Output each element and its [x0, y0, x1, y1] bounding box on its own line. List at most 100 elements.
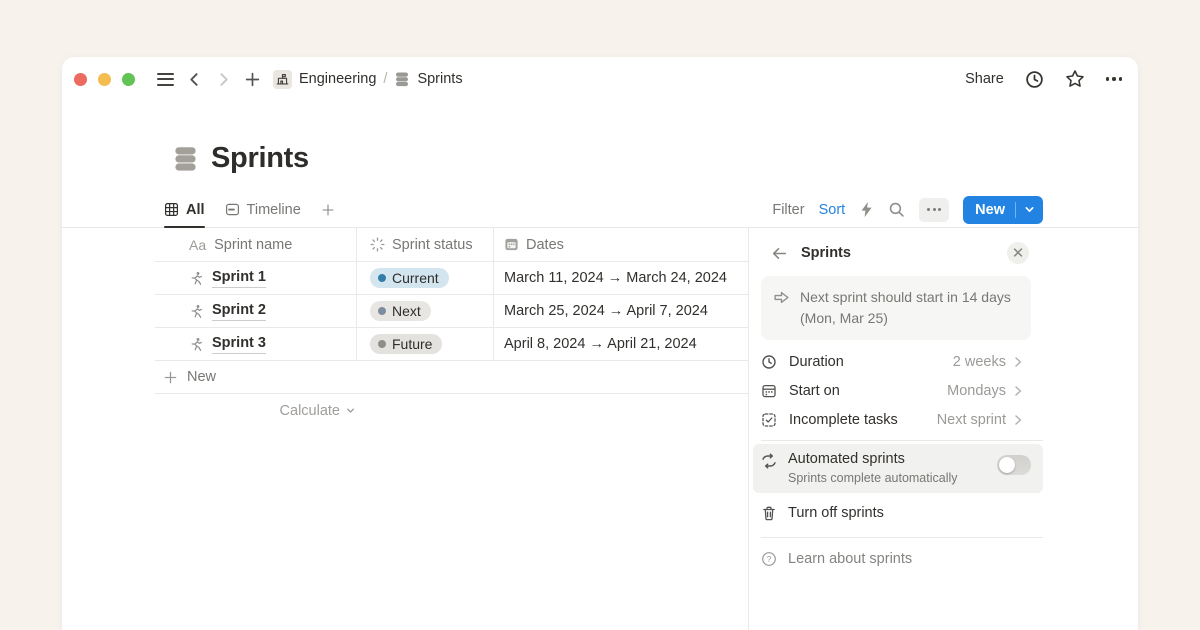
setting-start-on[interactable]: Start on Mondays: [761, 376, 1043, 405]
setting-value: 2 weeks: [953, 354, 1006, 370]
runner-icon: [189, 271, 204, 286]
setting-value: Next sprint: [937, 412, 1006, 428]
page-database-icon: [172, 145, 199, 172]
setting-label: Start on: [789, 383, 840, 399]
panel-divider: [761, 537, 1043, 538]
database-icon: [394, 71, 410, 87]
search-icon[interactable]: [888, 201, 905, 218]
sprint-name-cell[interactable]: Sprint 2: [155, 295, 356, 327]
new-row-button[interactable]: New: [155, 361, 748, 394]
chevron-right-icon: [1013, 414, 1023, 426]
automations-bolt-icon[interactable]: [859, 201, 874, 218]
sprint-name-cell[interactable]: Sprint 1: [155, 262, 356, 294]
column-label: Sprint name: [214, 237, 292, 253]
back-icon[interactable]: [186, 71, 203, 88]
status-label: Future: [392, 336, 432, 352]
sprint-link[interactable]: Sprint 2: [212, 301, 266, 320]
table-header-row: Aa Sprint name Sprint status: [155, 228, 748, 262]
breadcrumb-separator: /: [383, 71, 387, 87]
turn-off-sprints-label: Turn off sprints: [788, 505, 884, 521]
status-pill: Future: [370, 334, 442, 354]
automated-sprints-text: Automated sprints Sprints complete autom…: [788, 450, 958, 486]
add-view-icon[interactable]: [321, 192, 335, 227]
status-pill: Current: [370, 268, 449, 288]
history-clock-icon[interactable]: [1025, 70, 1044, 89]
automated-sprints-description: Sprints complete automatically: [788, 470, 958, 486]
dates-cell[interactable]: March 11, 2024 → March 24, 2024: [493, 262, 748, 294]
new-button[interactable]: New: [963, 196, 1043, 224]
workspace-icon: [273, 70, 292, 89]
trash-icon: [761, 505, 777, 521]
automated-sprints-toggle[interactable]: [997, 455, 1031, 475]
tab-all[interactable]: All: [164, 192, 205, 227]
chevron-right-icon: [1013, 356, 1023, 368]
window-close-button[interactable]: [74, 73, 87, 86]
calendar-icon: [504, 237, 519, 252]
filter-button[interactable]: Filter: [772, 202, 804, 218]
breadcrumb-workspace[interactable]: Engineering: [299, 71, 376, 87]
forward-icon[interactable]: [215, 71, 232, 88]
checkbox-icon: [761, 412, 779, 428]
breadcrumb-page[interactable]: Sprints: [417, 71, 462, 87]
status-dot: [378, 307, 386, 315]
breadcrumb: Engineering / Sprints: [273, 70, 463, 89]
dates-cell[interactable]: March 25, 2024 → April 7, 2024: [493, 295, 748, 327]
setting-value: Mondays: [947, 383, 1006, 399]
calendar-icon: [761, 383, 779, 399]
next-sprint-notice: Next sprint should start in 14 days (Mon…: [761, 276, 1031, 340]
sprint-link[interactable]: Sprint 3: [212, 334, 266, 353]
status-label: Current: [392, 270, 439, 286]
sort-button[interactable]: Sort: [819, 202, 846, 218]
app-window: Engineering / Sprints Share Sprints: [62, 57, 1138, 630]
view-bar: All Timeline Filter Sort New: [62, 192, 1138, 228]
tab-timeline-label: Timeline: [247, 202, 301, 218]
sprint-status-cell[interactable]: Next: [356, 295, 493, 327]
window-minimize-button[interactable]: [98, 73, 111, 86]
sprint-status-cell[interactable]: Current: [356, 262, 493, 294]
sprint-settings-list: Duration 2 weeks Start on Mondays: [761, 347, 1043, 434]
learn-about-sprints-link[interactable]: ? Learn about sprints: [761, 542, 1043, 576]
text-property-icon: Aa: [189, 237, 206, 253]
automated-sprints-row[interactable]: Automated sprints Sprints complete autom…: [753, 444, 1043, 493]
panel-close-icon[interactable]: ✕: [1007, 242, 1029, 264]
more-options-icon[interactable]: [1106, 77, 1122, 80]
sprint-settings-panel: Sprints ✕ Next sprint should start in 14…: [748, 228, 1138, 630]
calculate-button[interactable]: Calculate: [155, 394, 356, 427]
sprint-link[interactable]: Sprint 1: [212, 268, 266, 287]
view-settings-icon[interactable]: [919, 198, 949, 222]
setting-duration[interactable]: Duration 2 weeks: [761, 347, 1043, 376]
repeat-icon: [761, 453, 777, 469]
table-row: Sprint 3 Future April 8, 2024 → April 21…: [155, 328, 748, 361]
view-tabs: All Timeline: [164, 192, 335, 227]
favorite-star-icon[interactable]: [1065, 69, 1085, 89]
new-button-chevron-down-icon[interactable]: [1016, 204, 1043, 215]
status-spinner-icon: [370, 237, 385, 252]
share-button[interactable]: Share: [965, 71, 1004, 87]
status-dot: [378, 274, 386, 282]
status-dot: [378, 340, 386, 348]
status-label: Next: [392, 303, 421, 319]
new-page-icon[interactable]: [244, 71, 261, 88]
titlebar: Engineering / Sprints Share: [62, 57, 1138, 101]
tab-all-label: All: [186, 202, 205, 218]
sprint-name-cell[interactable]: Sprint 3: [155, 328, 356, 360]
window-zoom-button[interactable]: [122, 73, 135, 86]
sprint-status-cell[interactable]: Future: [356, 328, 493, 360]
column-label: Sprint status: [392, 237, 473, 253]
table-area: Aa Sprint name Sprint status: [62, 228, 748, 630]
sidebar-menu-icon[interactable]: [157, 73, 174, 86]
dates-cell[interactable]: April 8, 2024 → April 21, 2024: [493, 328, 748, 360]
runner-icon: [189, 304, 204, 319]
date-range: March 11, 2024 → March 24, 2024: [504, 270, 727, 286]
tab-timeline[interactable]: Timeline: [225, 192, 301, 227]
main-content: Aa Sprint name Sprint status: [62, 228, 1138, 630]
panel-back-icon[interactable]: [771, 245, 788, 262]
clock-icon: [761, 354, 779, 370]
column-header-sprint-name[interactable]: Aa Sprint name: [155, 228, 356, 261]
column-header-dates[interactable]: Dates: [493, 228, 748, 261]
turn-off-sprints-button[interactable]: Turn off sprints: [761, 495, 1043, 531]
notice-line1: Next sprint should start in 14 days: [800, 289, 1011, 305]
column-header-sprint-status[interactable]: Sprint status: [356, 228, 493, 261]
setting-incomplete-tasks[interactable]: Incomplete tasks Next sprint: [761, 405, 1043, 434]
new-row-label: New: [187, 369, 216, 385]
